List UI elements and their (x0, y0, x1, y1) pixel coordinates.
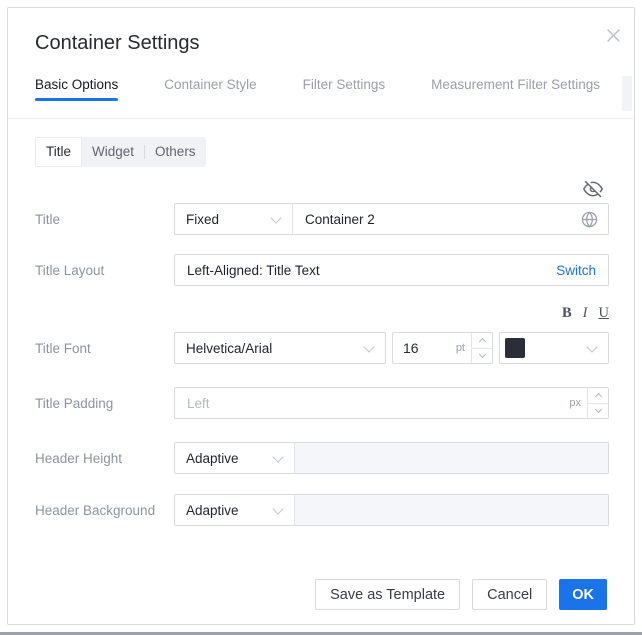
eye-off-icon (583, 180, 603, 198)
dialog-footer: Save as Template Cancel OK (315, 579, 607, 610)
header-height-mode-value: Adaptive (186, 450, 239, 466)
font-size-input[interactable] (393, 340, 435, 356)
italic-button[interactable]: I (583, 305, 588, 322)
step-up-button[interactable] (588, 388, 608, 404)
font-size-unit: pt (455, 342, 465, 354)
step-down-button[interactable] (588, 404, 608, 419)
cancel-button[interactable]: Cancel (472, 579, 548, 610)
tab-basic-options[interactable]: Basic Options (35, 77, 119, 101)
chevron-down-icon (586, 341, 598, 353)
title-padding-label: Title Padding (35, 395, 114, 411)
text-format-toolbar: B I U (35, 305, 609, 322)
caret-up-icon (478, 337, 486, 345)
title-layout-box: Left-Aligned: Title Text Switch (174, 254, 609, 286)
title-padding-unit: px (569, 397, 581, 409)
title-padding-control: px (174, 387, 609, 419)
save-as-template-button[interactable]: Save as Template (315, 579, 461, 610)
container-settings-dialog: Container Settings Basic Options Contain… (7, 7, 635, 625)
title-padding-stepper (587, 388, 608, 418)
title-layout-row: Title Layout Left-Aligned: Title Text Sw… (35, 254, 609, 286)
step-up-button[interactable] (472, 333, 492, 349)
underline-button[interactable]: U (599, 305, 609, 322)
header-height-label: Header Height (35, 450, 123, 466)
title-source-select[interactable]: Fixed (175, 204, 293, 234)
header-height-row: Header Height Adaptive (35, 442, 609, 474)
title-layout-switch-link[interactable]: Switch (556, 263, 596, 278)
subtab-others[interactable]: Others (145, 137, 206, 167)
font-size-box: pt (392, 332, 493, 364)
title-control: Fixed (174, 203, 609, 235)
dialog-title: Container Settings (35, 32, 200, 54)
chevron-down-icon (363, 341, 375, 353)
title-layout-control: Left-Aligned: Title Text Switch (174, 254, 609, 286)
ok-button[interactable]: OK (559, 579, 607, 610)
caret-up-icon (594, 392, 602, 400)
header-height-value-input (295, 443, 608, 473)
font-color-select[interactable] (499, 332, 609, 364)
header-background-mode-select[interactable]: Adaptive (175, 495, 295, 525)
font-family-select[interactable]: Helvetica/Arial (174, 332, 386, 364)
title-layout-value: Left-Aligned: Title Text (187, 262, 320, 278)
chevron-down-icon (272, 503, 284, 515)
subtab-widget[interactable]: Widget (82, 137, 144, 167)
subtabs-segmented-control: Title Widget Others (35, 137, 206, 167)
title-font-row: Title Font Helvetica/Arial pt (35, 332, 609, 364)
tab-measurement-filter-settings[interactable]: Measurement Filter Settings (431, 77, 600, 101)
close-icon[interactable] (602, 24, 624, 46)
title-source-value: Fixed (186, 211, 220, 227)
step-down-button[interactable] (472, 349, 492, 364)
title-padding-row: Title Padding px (35, 387, 609, 419)
title-text-input[interactable] (293, 204, 581, 234)
title-combo: Fixed (174, 203, 609, 235)
close-x-glyph (606, 28, 620, 42)
caret-down-icon (594, 406, 602, 414)
caret-down-icon (478, 351, 486, 359)
title-padding-box: px (174, 387, 609, 419)
header-background-row: Header Background Adaptive (35, 494, 609, 526)
font-color-swatch (505, 338, 525, 358)
tabs-overflow-indicator (622, 76, 632, 111)
title-padding-input[interactable] (175, 388, 570, 418)
header-background-control: Adaptive (174, 494, 609, 526)
title-font-control: Helvetica/Arial pt (174, 332, 609, 364)
header-background-label: Header Background (35, 502, 156, 518)
font-size-stepper (471, 333, 492, 363)
title-font-label: Title Font (35, 340, 91, 356)
header-height-combo: Adaptive (174, 442, 609, 474)
globe-icon[interactable] (581, 210, 598, 228)
chevron-down-icon (270, 212, 282, 224)
header-background-mode-value: Adaptive (186, 502, 239, 518)
hide-title-toggle[interactable] (583, 179, 603, 199)
header-background-combo: Adaptive (174, 494, 609, 526)
tab-container-style[interactable]: Container Style (164, 77, 256, 101)
header-height-mode-select[interactable]: Adaptive (175, 443, 295, 473)
tabs-bar: Basic Options Container Style Filter Set… (8, 72, 633, 119)
chevron-down-icon (272, 451, 284, 463)
header-height-control: Adaptive (174, 442, 609, 474)
font-family-value: Helvetica/Arial (186, 340, 273, 356)
subtab-title[interactable]: Title (35, 137, 83, 167)
tab-filter-settings[interactable]: Filter Settings (303, 77, 386, 101)
header-background-value-input (295, 495, 608, 525)
title-layout-label: Title Layout (35, 262, 105, 278)
title-label: Title (35, 211, 61, 227)
title-row: Title Fixed (35, 203, 609, 235)
bold-button[interactable]: B (562, 305, 572, 322)
